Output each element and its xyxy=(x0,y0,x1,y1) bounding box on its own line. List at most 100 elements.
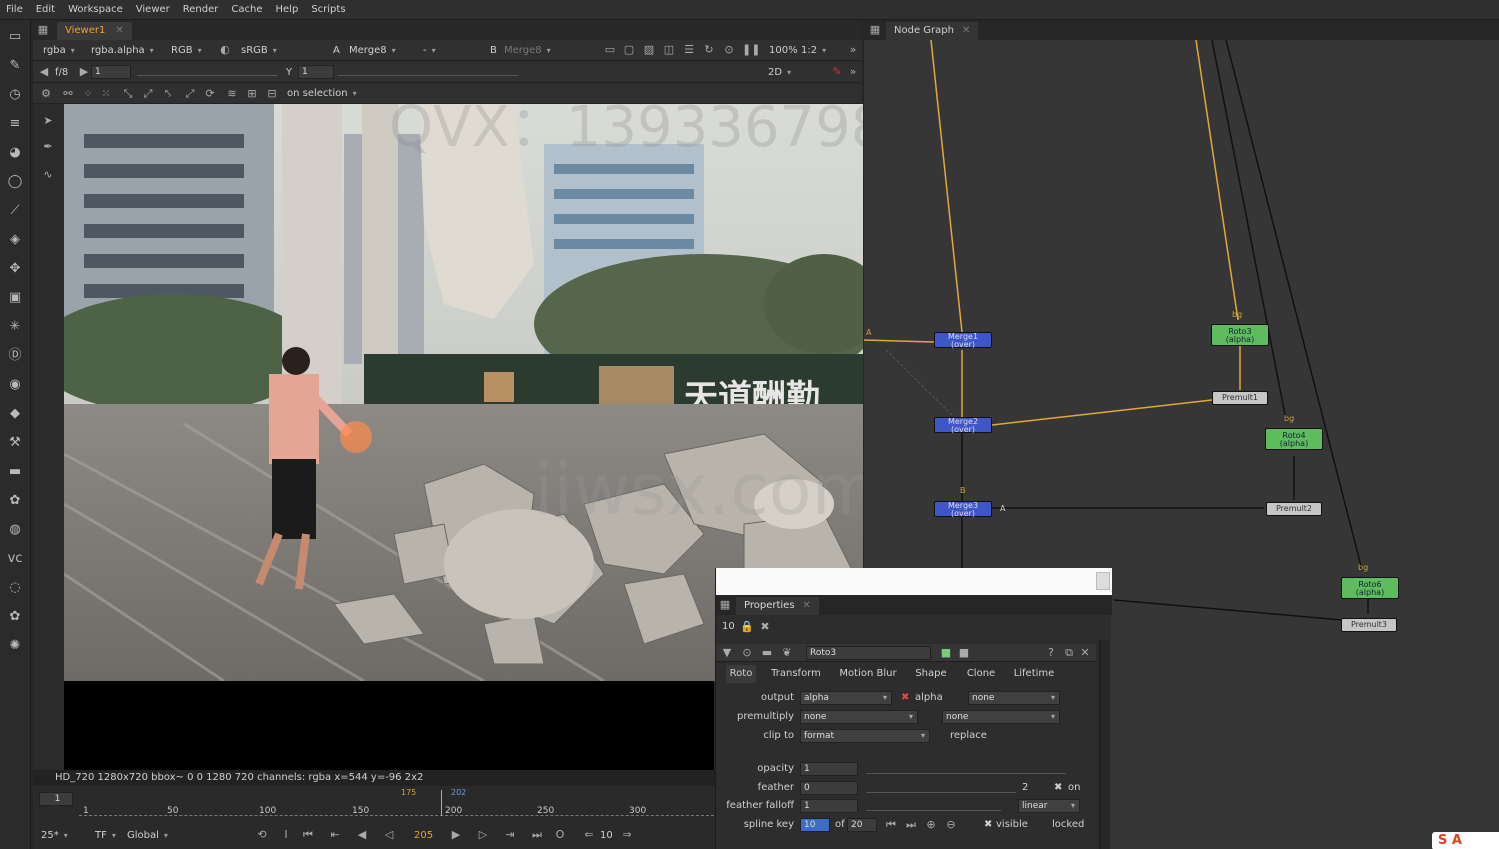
menu-scripts[interactable]: Scripts xyxy=(311,4,345,15)
ripple-icon[interactable]: ≋ xyxy=(225,87,239,101)
selection-mode-dropdown[interactable]: on selection xyxy=(283,86,361,101)
gain-field[interactable]: 1 xyxy=(91,65,131,79)
close-icon[interactable]: ✕ xyxy=(803,600,811,611)
paint-icon[interactable]: ✎ xyxy=(830,65,844,79)
pen-tool-icon[interactable]: ✒ xyxy=(41,140,55,154)
alpha-check-icon[interactable]: ✖ xyxy=(901,689,909,707)
draw-nodes-icon[interactable]: ✎ xyxy=(6,57,24,75)
playhead[interactable] xyxy=(441,790,442,816)
merge-nodes-icon[interactable]: ◈ xyxy=(6,231,24,249)
bbox-icon[interactable]: ⤢ xyxy=(141,87,155,101)
next-key-icon[interactable]: ⏭ xyxy=(904,818,918,832)
timeline-ruler[interactable]: 1 50 100 150 200 250 300 175 202 xyxy=(79,788,719,816)
visible-check-icon[interactable]: ✖ xyxy=(984,816,992,834)
gizmo-nodes-icon[interactable]: ✿ xyxy=(6,608,24,626)
feather-on-icon[interactable]: ✖ xyxy=(1054,779,1062,797)
panel-menu-icon[interactable]: ▦ xyxy=(718,598,732,612)
sapphire-nodes-icon[interactable]: ✺ xyxy=(6,637,24,655)
tab-clone[interactable]: Clone xyxy=(962,665,1000,683)
roto6-node[interactable]: Roto6 (alpha) xyxy=(1341,577,1399,599)
last-frame-icon[interactable]: ⏭ xyxy=(530,828,544,842)
menu-file[interactable]: File xyxy=(6,4,23,15)
layer-dropdown[interactable]: rgba xyxy=(39,43,79,58)
b-input-dropdown[interactable]: Merge8 xyxy=(500,43,555,58)
spline-key-field[interactable]: 10 xyxy=(800,818,830,832)
float-icon[interactable]: ⧉ xyxy=(1062,646,1076,660)
menu-render[interactable]: Render xyxy=(183,4,219,15)
output-extra-dropdown[interactable]: none xyxy=(968,691,1060,705)
properties-scrollbar[interactable] xyxy=(1099,640,1109,849)
close-node-icon[interactable]: ✕ xyxy=(1078,646,1092,660)
bspline-tool-icon[interactable]: ∿ xyxy=(41,168,55,182)
color-nodes-icon[interactable]: ◕ xyxy=(6,144,24,162)
tab-roto[interactable]: Roto xyxy=(726,665,756,683)
refresh-icon[interactable]: ↻ xyxy=(702,43,716,57)
compare-op-dropdown[interactable]: - xyxy=(419,43,479,58)
3d-nodes-icon[interactable]: ▣ xyxy=(6,289,24,307)
view-mode-dropdown[interactable]: 2D xyxy=(764,65,820,80)
overlay-icon[interactable]: ◫ xyxy=(662,43,676,57)
prev-fstop-icon[interactable]: ◀ xyxy=(37,65,51,79)
ofx-nodes-icon[interactable]: ◍ xyxy=(6,521,24,539)
node-name-field[interactable]: Roto3 xyxy=(806,646,931,660)
clip-to-dropdown[interactable]: format xyxy=(800,729,930,743)
stop-icon[interactable]: O xyxy=(553,828,567,842)
tab-lifetime[interactable]: Lifetime xyxy=(1010,665,1058,683)
gl-color-icon[interactable]: ■ xyxy=(957,646,971,660)
colorspace-dropdown[interactable]: sRGB xyxy=(237,43,281,58)
remove-key-icon[interactable]: ⊖ xyxy=(944,818,958,832)
skip-back-icon[interactable]: ⇐ xyxy=(582,828,596,842)
replace-check-label[interactable]: replace xyxy=(950,727,987,745)
gamma-field[interactable]: 1 xyxy=(298,65,334,79)
channel-nodes-icon[interactable]: ≡ xyxy=(6,115,24,133)
tab-motion-blur[interactable]: Motion Blur xyxy=(836,665,900,683)
keyer-nodes-icon[interactable]: ⟋ xyxy=(6,202,24,220)
step-increment-field[interactable]: 10 xyxy=(600,828,613,843)
input-icon[interactable]: ▬ xyxy=(760,646,774,660)
channel-dropdown[interactable]: rgba.alpha xyxy=(87,43,158,58)
metadata-nodes-icon[interactable]: ◆ xyxy=(6,405,24,423)
keyframe-add-icon[interactable]: ⊞ xyxy=(245,87,259,101)
other-nodes-icon[interactable]: ▬ xyxy=(6,463,24,481)
menu-help[interactable]: Help xyxy=(276,4,299,15)
play-forward-icon[interactable]: ▶ xyxy=(449,828,463,842)
safe-area-icon[interactable]: ▢ xyxy=(622,43,636,57)
output-dropdown[interactable]: alpha xyxy=(800,691,892,705)
panel-menu-icon[interactable]: ▦ xyxy=(36,23,50,37)
feather-knob[interactable]: 2 xyxy=(1022,779,1028,797)
step-forward-icon[interactable]: ▷ xyxy=(476,828,490,842)
falloff-curve-dropdown[interactable]: linear xyxy=(1018,799,1080,813)
roi-icon[interactable]: ▭ xyxy=(603,43,617,57)
opacity-field[interactable]: 1 xyxy=(800,762,858,776)
transform-handle-icon[interactable]: ⤡ xyxy=(121,87,135,101)
link-icon[interactable]: ⚯ xyxy=(61,87,75,101)
clipping-icon[interactable]: ▨ xyxy=(642,43,656,57)
vc-nodes-icon[interactable]: ᴠᴄ xyxy=(6,550,24,568)
premult2-node[interactable]: Premult2 xyxy=(1266,502,1322,516)
plugin-nodes-icon[interactable]: ◌ xyxy=(6,579,24,597)
set-in-icon[interactable]: I xyxy=(279,828,293,842)
tab-shape[interactable]: Shape xyxy=(912,665,950,683)
deep-nodes-icon[interactable]: Ⓓ xyxy=(6,347,24,365)
feather-icon[interactable]: ⤣ xyxy=(161,87,175,101)
loop-icon[interactable]: ⟲ xyxy=(255,828,269,842)
a-input-dropdown[interactable]: Merge8 xyxy=(345,43,400,58)
lock-icon[interactable]: 🔒 xyxy=(740,620,754,634)
feather-falloff-slider[interactable] xyxy=(866,801,1001,811)
feather-field[interactable]: 0 xyxy=(800,781,858,795)
display-dropdown[interactable]: RGB xyxy=(167,43,206,58)
feather-slider[interactable] xyxy=(866,783,1016,793)
roto4-node[interactable]: Roto4 (alpha) xyxy=(1265,428,1323,450)
tab-properties[interactable]: Properties ✕ xyxy=(736,597,819,615)
toolsets-icon[interactable]: ⚒ xyxy=(6,434,24,452)
node-color-icon[interactable]: ■ xyxy=(939,646,953,660)
roto3-node[interactable]: Roto3 (alpha) xyxy=(1211,324,1269,346)
center-node-icon[interactable]: ⊙ xyxy=(740,646,754,660)
next-keyframe-icon[interactable]: ⇥ xyxy=(503,828,517,842)
premult3-node[interactable]: Premult3 xyxy=(1341,618,1397,632)
gamma-slider[interactable] xyxy=(338,66,518,76)
tab-transform[interactable]: Transform xyxy=(766,665,826,683)
first-frame-icon[interactable]: ⏮ xyxy=(301,828,315,842)
add-key-icon[interactable]: ⊕ xyxy=(924,818,938,832)
points-2-icon[interactable]: ⁙ xyxy=(99,87,113,101)
